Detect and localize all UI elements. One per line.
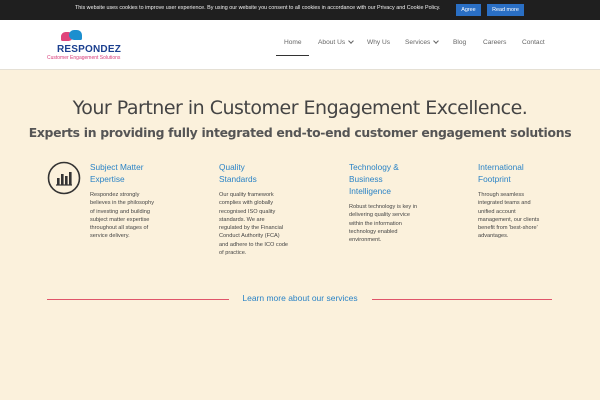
nav-item-why-us[interactable]: Why Us <box>367 39 390 46</box>
cookie-agree-button[interactable]: Agree <box>456 4 481 16</box>
chevron-down-icon <box>433 38 440 44</box>
feature-desc-international: Through seamless integrated teams and unif… <box>478 192 540 240</box>
nav-active-indicator <box>276 55 309 56</box>
cookie-notice-text: This website uses cookies to improve use… <box>75 5 441 11</box>
chevron-down-icon <box>348 38 354 44</box>
feature-title-quality: Quality Standards <box>219 162 257 184</box>
nav-item-about-us[interactable]: About Us <box>318 38 354 46</box>
nav-item-home[interactable]: Home <box>284 39 302 46</box>
feature-title-technology: Technology & Business Intelligence <box>349 162 399 196</box>
bar-chart-icon <box>47 161 81 195</box>
nav-item-contact[interactable]: Contact <box>522 39 545 46</box>
section-divider-right <box>372 299 552 300</box>
feature-desc-technology: Robust technology is key in delivering qu… <box>349 204 418 244</box>
cookie-bar: This website uses cookies to improve use… <box>0 0 600 20</box>
nav-item-careers[interactable]: Careers <box>483 39 506 46</box>
main-nav: Home About Us Why Us Services Blog Caree… <box>0 20 600 70</box>
hero-subtitle: Experts in providing fully integrated en… <box>28 125 572 140</box>
cookie-read-more-button[interactable]: Read more <box>487 4 524 16</box>
hero-title: Your Partner in Customer Engagement Exce… <box>72 97 528 119</box>
feature-title-subject-matter: Subject Matter Expertise <box>90 162 144 184</box>
feature-title-international: International Footprint <box>478 162 524 184</box>
feature-desc-subject-matter: Respondez strongly believes in the philos… <box>90 192 155 240</box>
nav-item-blog[interactable]: Blog <box>453 39 466 46</box>
nav-item-services[interactable]: Services <box>405 38 440 46</box>
learn-more-services-link[interactable]: Learn more about our services <box>0 293 600 303</box>
feature-desc-quality: Our quality framework complies with globa… <box>219 192 289 257</box>
